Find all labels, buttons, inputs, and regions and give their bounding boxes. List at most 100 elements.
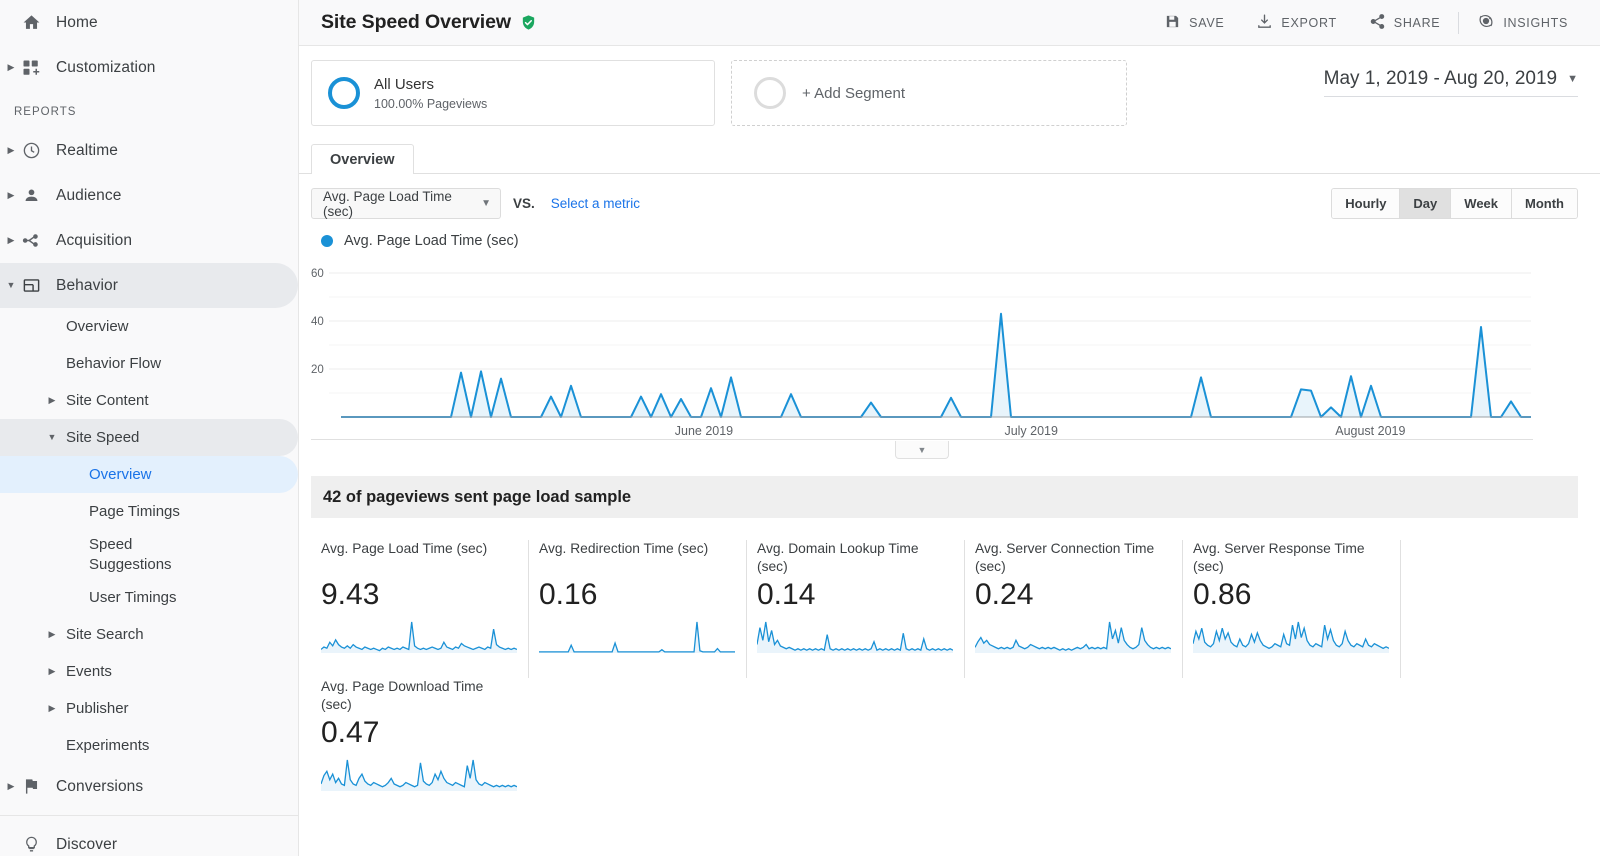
sidebar-item-experiments[interactable]: Experiments [0, 727, 298, 764]
svg-text:July 2019: July 2019 [1004, 424, 1058, 438]
export-button[interactable]: EXPORT [1240, 0, 1352, 46]
report-tabs: Overview [299, 144, 1600, 174]
sidebar-item-site-speed-overview[interactable]: Overview [0, 456, 298, 493]
insights-button-label: INSIGHTS [1503, 15, 1568, 30]
page-title: Site Speed Overview [321, 11, 537, 34]
metric-card-value: 0.47 [321, 716, 380, 750]
share-button[interactable]: SHARE [1353, 0, 1457, 46]
sampling-banner-text: 42 of pageviews sent page load sample [323, 487, 632, 506]
sidebar-item-audience[interactable]: ▶ Audience [0, 173, 298, 218]
chart-legend: Avg. Page Load Time (sec) [311, 233, 1578, 249]
chart-svg: 20 40 60 June 2019 July 2019 August 2019 [311, 268, 1531, 438]
sidebar-item-site-content[interactable]: ▶ Site Content [0, 382, 298, 419]
sidebar-item-site-speed[interactable]: ▼ Site Speed [0, 419, 298, 456]
chevron-right-icon: ▶ [7, 781, 15, 791]
date-range-text: May 1, 2019 - Aug 20, 2019 [1323, 68, 1558, 89]
metric-card-label: Avg. Server Response Time (sec) [1193, 541, 1365, 575]
chevron-right-icon: ▶ [48, 703, 56, 713]
chevron-right-icon: ▶ [7, 145, 15, 155]
tab-overview[interactable]: Overview [311, 144, 414, 174]
sidebar-item-behavior-flow[interactable]: Behavior Flow [0, 345, 298, 382]
metric-card-sparkline [321, 621, 517, 653]
sidebar-item-speed-suggestions[interactable]: Speed Suggestions [0, 530, 298, 579]
metric-card-value: 0.24 [975, 578, 1034, 612]
svg-text:60: 60 [311, 268, 324, 280]
page-title-text: Site Speed Overview [321, 11, 511, 33]
chevron-down-icon: ▼ [481, 198, 491, 209]
sidebar-item-events[interactable]: ▶ Events [0, 653, 298, 690]
granularity-day[interactable]: Day [1400, 189, 1452, 218]
sidebar-item-home[interactable]: Home [0, 0, 298, 45]
analytics-app: Home ▶ Customization REPORTS ▶ Realtime [0, 0, 1600, 856]
verified-shield-icon [520, 14, 537, 31]
vs-label: VS. [513, 196, 535, 211]
sidebar-sub-label: Events [66, 663, 112, 680]
segment-bar: All Users 100.00% Pageviews + Add Segmen… [299, 46, 1600, 126]
granularity-hourly[interactable]: Hourly [1332, 189, 1401, 218]
chart-controls: Avg. Page Load Time (sec) ▼ VS. Select a… [299, 174, 1600, 219]
tab-label: Overview [330, 151, 395, 168]
behavior-icon [22, 276, 56, 295]
chevron-right-icon: ▶ [7, 235, 15, 245]
save-button-label: SAVE [1189, 15, 1225, 30]
report-topbar: Site Speed Overview SAVE EXPORT SHARE IN… [299, 0, 1600, 46]
sampling-banner: 42 of pageviews sent page load sample [311, 476, 1578, 518]
sidebar-sub-label: Site Search [66, 626, 144, 643]
insights-button[interactable]: INSIGHTS [1461, 0, 1584, 46]
metric-card[interactable]: Avg. Server Connection Time (sec) 0.24 [965, 540, 1183, 678]
metric-card[interactable]: Avg. Domain Lookup Time (sec) 0.14 [747, 540, 965, 678]
sidebar-item-label: Discover [56, 835, 118, 853]
metric-card-sparkline [975, 622, 1171, 654]
metric-card[interactable]: Avg. Redirection Time (sec) 0.16 [529, 540, 747, 678]
metric-card-value: 0.86 [1193, 578, 1252, 612]
add-segment-ring-icon [754, 77, 786, 109]
sidebar-sub-label: Site Content [66, 392, 149, 409]
sidebar-sub-label: Publisher [66, 700, 129, 717]
sidebar-item-behavior[interactable]: ▼ Behavior [0, 263, 298, 308]
topbar-actions: SAVE EXPORT SHARE INSIGHTS [1148, 0, 1584, 46]
granularity-label: Week [1464, 196, 1499, 211]
date-range-picker[interactable]: May 1, 2019 - Aug 20, 2019 ▼ [1323, 68, 1578, 97]
granularity-label: Month [1525, 196, 1564, 211]
sidebar-sub-label: User Timings [89, 589, 177, 606]
granularity-toggle-group: Hourly Day Week Month [1331, 188, 1578, 219]
sidebar-item-conversions[interactable]: ▶ Conversions [0, 764, 298, 809]
sidebar-item-label: Home [56, 13, 98, 31]
add-segment-button[interactable]: + Add Segment [731, 60, 1127, 126]
metric-card-sparkline [539, 621, 735, 653]
sidebar-item-realtime[interactable]: ▶ Realtime [0, 128, 298, 173]
chevron-down-icon: ▼ [6, 280, 16, 290]
sidebar-item-user-timings[interactable]: User Timings [0, 579, 298, 616]
sidebar-item-publisher[interactable]: ▶ Publisher [0, 690, 298, 727]
export-button-label: EXPORT [1281, 15, 1337, 30]
clock-icon [22, 141, 56, 160]
metric-card[interactable]: Avg. Page Load Time (sec) 9.43 [311, 540, 529, 678]
chevron-right-icon: ▶ [48, 395, 56, 405]
sidebar-item-discover[interactable]: Discover [0, 822, 298, 856]
sidebar-item-page-timings[interactable]: Page Timings [0, 493, 298, 530]
select-a-metric-link[interactable]: Select a metric [551, 196, 640, 211]
sidebar-item-behavior-overview[interactable]: Overview [0, 308, 298, 345]
sidebar-item-site-search[interactable]: ▶ Site Search [0, 616, 298, 653]
sidebar-item-customization[interactable]: ▶ Customization [0, 45, 298, 90]
sidebar-item-label: Realtime [56, 141, 118, 159]
metric-card-value: 9.43 [321, 578, 380, 611]
chart-collapse-handle[interactable]: ▼ [895, 441, 949, 459]
lightbulb-icon [22, 835, 56, 854]
svg-text:20: 20 [311, 364, 324, 376]
granularity-week[interactable]: Week [1451, 189, 1513, 218]
person-icon [22, 186, 56, 205]
granularity-month[interactable]: Month [1512, 189, 1577, 218]
chart-plot-area[interactable]: 20 40 60 June 2019 July 2019 August 2019 ▼ [311, 257, 1533, 459]
metric-selector[interactable]: Avg. Page Load Time (sec) ▼ [311, 188, 501, 219]
segment-all-users[interactable]: All Users 100.00% Pageviews [311, 60, 715, 126]
metric-card[interactable]: Avg. Server Response Time (sec) 0.86 [1183, 540, 1401, 678]
granularity-label: Hourly [1345, 196, 1387, 211]
chevron-down-icon: ▼ [1567, 72, 1578, 85]
save-button[interactable]: SAVE [1148, 0, 1240, 46]
sidebar-item-acquisition[interactable]: ▶ Acquisition [0, 218, 298, 263]
export-icon [1256, 13, 1273, 33]
sidebar-item-label: Conversions [56, 777, 144, 795]
segment-ring-icon [328, 77, 360, 109]
metric-card[interactable]: Avg. Page Download Time (sec) 0.47 [311, 678, 529, 816]
